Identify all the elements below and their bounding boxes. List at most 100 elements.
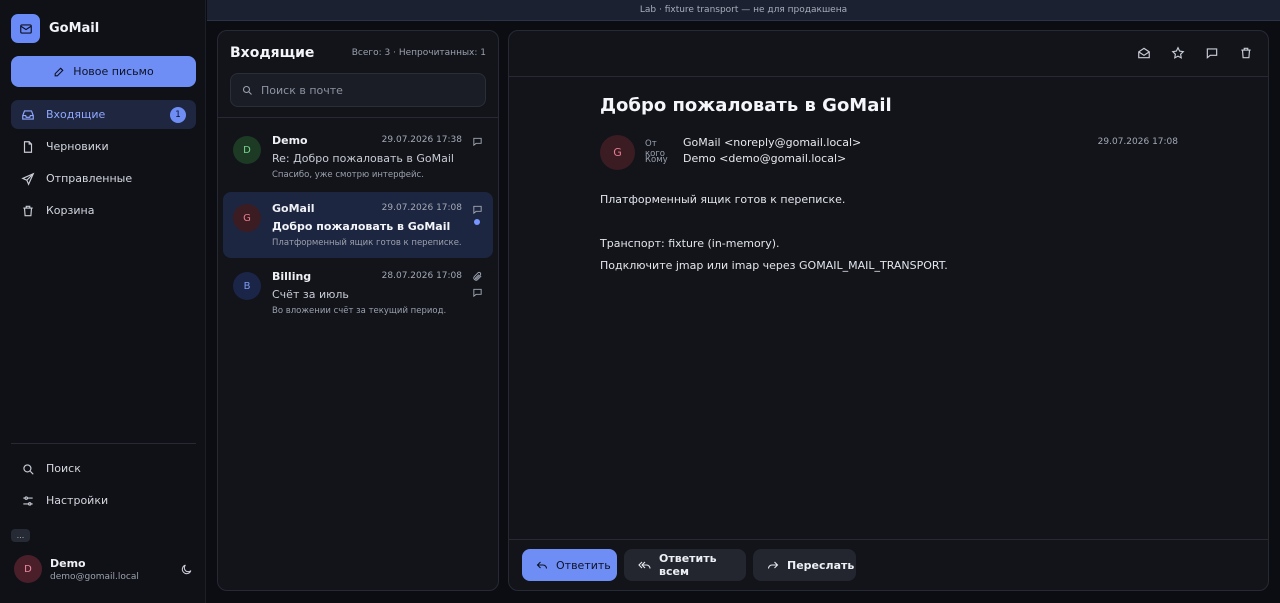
- message-subject: Добро пожаловать в GoMail: [272, 220, 451, 233]
- sliders-icon: [21, 494, 35, 508]
- message-date: 29.07.2026 17:38: [381, 135, 462, 145]
- message-sender: GoMail: [272, 202, 315, 215]
- edit-icon: [53, 65, 66, 78]
- user-info: Demo demo@gomail.local: [50, 557, 139, 582]
- sidebar-item-label: Черновики: [46, 140, 109, 153]
- app-window: GoMail Новое письмо Входящие 1 Черновики: [0, 0, 1280, 603]
- message-date: 28.07.2026 17:08: [381, 271, 462, 281]
- sidebar-item-sent[interactable]: Отправленные: [11, 164, 196, 193]
- chat-icon: [471, 286, 483, 298]
- trash-icon: [21, 204, 35, 218]
- to-value: Demo <demo@gomail.local>: [683, 152, 847, 165]
- sidebar-item-inbox[interactable]: Входящие 1: [11, 100, 196, 129]
- thread-button[interactable]: [1204, 45, 1220, 61]
- paperclip-icon: [471, 270, 483, 282]
- star-icon: [1171, 46, 1185, 59]
- send-icon: [21, 172, 35, 186]
- forward-button[interactable]: Переслать: [753, 549, 856, 581]
- brand-name: GoMail: [49, 21, 100, 36]
- sidebar-item-label: Входящие: [46, 108, 106, 121]
- sidebar-item-search[interactable]: Поиск: [11, 454, 196, 483]
- compose-label: Новое письмо: [73, 65, 154, 78]
- sidebar: GoMail Новое письмо Входящие 1 Черновики: [0, 0, 206, 603]
- from-value: GoMail <noreply@gomail.local>: [683, 136, 862, 149]
- body-paragraph: Платформенный ящик готов к переписке.: [600, 193, 846, 206]
- mail-icon: [11, 14, 40, 43]
- reader-toolbar: [1136, 45, 1254, 61]
- reply-label: Ответить: [556, 558, 611, 572]
- search-icon: [21, 462, 35, 476]
- user-email: demo@gomail.local: [50, 571, 139, 582]
- sidebar-item-label: Отправленные: [46, 172, 133, 185]
- message-subject: Re: Добро пожаловать в GoMail: [272, 152, 454, 165]
- message-sender: Billing: [272, 270, 312, 283]
- search-input[interactable]: [261, 83, 471, 97]
- star-button[interactable]: [1170, 45, 1186, 61]
- mail-date: 29.07.2026 17:08: [1097, 137, 1178, 147]
- message-sender: Demo: [272, 134, 308, 147]
- forward-icon: [767, 559, 779, 571]
- message-preview: Во вложении счёт за текущий период.: [272, 306, 447, 316]
- forward-label: Переслать: [787, 558, 855, 572]
- file-icon: [21, 140, 35, 154]
- reply-actions: Ответить Ответить всем Переслать: [522, 549, 856, 581]
- list-divider: [218, 117, 498, 118]
- mail-body: Платформенный ящик готов к переписке. Тр…: [600, 189, 1178, 277]
- body-paragraph: Транспорт: fixture (in-memory).: [600, 237, 780, 250]
- mail-subject: Добро пожаловать в GoMail: [600, 95, 892, 116]
- more-button[interactable]: ...: [11, 529, 30, 542]
- message-reader: Добро пожаловать в GoMail G От кого GoMa…: [508, 30, 1269, 591]
- mark-read-button[interactable]: [1136, 45, 1152, 61]
- sender-avatar: D: [233, 136, 261, 164]
- unread-indicator: [474, 219, 480, 225]
- trash-icon: [1241, 47, 1251, 59]
- chat-icon: [1206, 48, 1218, 59]
- reader-divider: [509, 76, 1268, 77]
- unread-badge: 1: [170, 106, 186, 123]
- message-subject: Счёт за июль: [272, 288, 349, 301]
- inbox-icon: [21, 108, 35, 122]
- message-date: 29.07.2026 17:08: [381, 203, 462, 213]
- moon-icon[interactable]: [178, 561, 194, 577]
- user-profile[interactable]: D Demo demo@gomail.local: [14, 555, 194, 583]
- brand: GoMail: [11, 14, 99, 43]
- message-preview: Спасибо, уже смотрю интерфейс.: [272, 170, 424, 180]
- message-row[interactable]: B Billing 28.07.2026 17:08 Счёт за июль …: [223, 260, 493, 326]
- user-name: Demo: [50, 556, 86, 570]
- sender-avatar: G: [600, 135, 635, 170]
- message-preview: Платформенный ящик готов к переписке.: [272, 238, 462, 248]
- delete-button[interactable]: [1238, 45, 1254, 61]
- chat-icon: [471, 203, 483, 215]
- sender-avatar: G: [233, 204, 261, 232]
- sidebar-item-settings[interactable]: Настройки: [11, 486, 196, 515]
- chat-icon: [471, 135, 483, 147]
- sidebar-item-drafts[interactable]: Черновики: [11, 132, 196, 161]
- body-paragraph: Подключите jmap или imap через GOMAIL_MA…: [600, 259, 948, 272]
- message-list-panel: Входящие Всего: 3 · Непрочитанных: 1 D D…: [217, 30, 499, 591]
- sidebar-item-label: Настройки: [46, 494, 109, 507]
- message-row[interactable]: D Demo 29.07.2026 17:38 Re: Добро пожало…: [223, 124, 493, 190]
- to-row: Кому Demo <demo@gomail.local>: [645, 152, 846, 165]
- sidebar-item-label: Корзина: [46, 204, 95, 217]
- reply-button[interactable]: Ответить: [522, 549, 617, 581]
- list-stats: Всего: 3 · Непрочитанных: 1: [351, 48, 486, 58]
- envelope-open-icon: [1138, 47, 1150, 59]
- sidebar-item-trash[interactable]: Корзина: [11, 196, 196, 225]
- search-box: [230, 73, 486, 107]
- sender-avatar: B: [233, 272, 261, 300]
- environment-banner: Lab · fixture transport — не для продакш…: [207, 0, 1280, 21]
- mail-header: G От кого GoMail <noreply@gomail.local> …: [600, 133, 1178, 171]
- reply-all-button[interactable]: Ответить всем: [624, 549, 746, 581]
- folder-nav: Входящие 1 Черновики Отправленные Корзин…: [11, 100, 196, 228]
- utility-nav: Поиск Настройки: [11, 454, 196, 518]
- list-title: Входящие: [230, 45, 315, 61]
- actions-divider: [509, 539, 1268, 540]
- compose-button[interactable]: Новое письмо: [11, 56, 196, 87]
- reply-all-label: Ответить всем: [659, 552, 717, 578]
- message-list: D Demo 29.07.2026 17:38 Re: Добро пожало…: [223, 124, 493, 328]
- sidebar-item-label: Поиск: [46, 462, 81, 475]
- avatar: D: [14, 555, 42, 583]
- reply-icon: [536, 559, 548, 571]
- message-row[interactable]: G GoMail 29.07.2026 17:08 Добро пожалова…: [223, 192, 493, 258]
- list-header: Входящие Всего: 3 · Непрочитанных: 1: [230, 45, 486, 61]
